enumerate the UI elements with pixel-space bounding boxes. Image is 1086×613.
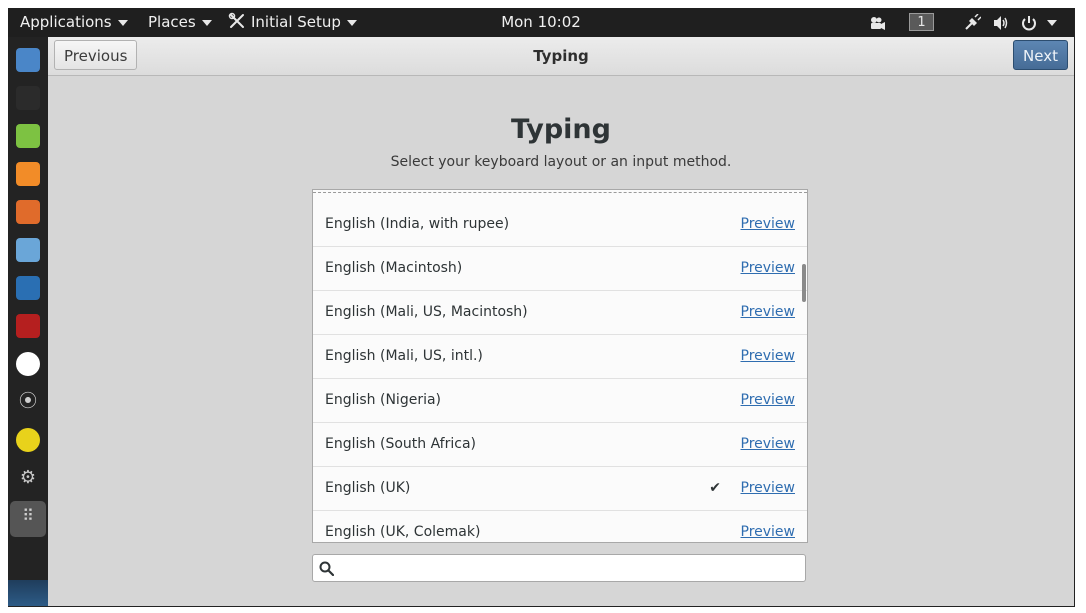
settings-icon[interactable]: ⚙ (16, 466, 40, 490)
layout-label: English (India, with rupee) (325, 216, 510, 232)
preview-link[interactable]: Preview (741, 247, 796, 290)
cherry-icon[interactable] (16, 314, 40, 338)
app-grid-icon[interactable]: ⠿ (16, 504, 40, 528)
keyboard-layout-list[interactable]: English (India, with rupee) Preview Englis… (312, 189, 808, 543)
search-field[interactable] (312, 554, 806, 582)
app-menu-initial-setup[interactable]: Initial Setup (228, 8, 357, 37)
top-panel: Applications Places Initial Setup Mon 10… (8, 8, 1074, 37)
system-menu-chevron-icon[interactable] (1047, 20, 1057, 26)
zap-icon[interactable] (16, 200, 40, 224)
header-bar: Previous Typing Next (48, 37, 1074, 76)
maltego-icon[interactable] (16, 352, 40, 376)
terminal-icon[interactable] (16, 86, 40, 110)
layout-label: English (Mali, US, intl.) (325, 348, 483, 364)
preview-link[interactable]: Preview (741, 335, 796, 378)
preview-link[interactable]: Preview (741, 291, 796, 334)
applications-menu-label: Applications (20, 13, 112, 31)
places-menu-label: Places (148, 13, 196, 31)
dock: ⦿ ⚙ ⠿ (8, 37, 48, 606)
scrollbar-thumb[interactable] (802, 264, 806, 302)
main-content: Typing Select your keyboard layout or an… (48, 76, 1074, 606)
wireless-tower-icon[interactable]: ⦿ (16, 390, 40, 414)
layout-row[interactable]: English (Nigeria) Preview (313, 379, 807, 423)
workspace-indicator[interactable]: 1 (909, 13, 934, 31)
layout-label: English (Macintosh) (325, 260, 463, 276)
layout-row[interactable]: English (Mali, US, Macintosh) Preview (313, 291, 807, 335)
preview-link[interactable]: Preview (741, 423, 796, 466)
power-icon[interactable] (1020, 14, 1038, 32)
next-button[interactable]: Next (1013, 40, 1068, 70)
layout-label: English (South Africa) (325, 436, 476, 452)
layout-row[interactable]: English (India, with rupee) Preview (313, 203, 807, 247)
header-title: Typing (533, 47, 589, 65)
files-icon[interactable] (16, 48, 40, 72)
preview-link[interactable]: Preview (741, 511, 796, 542)
layout-row[interactable]: English (Macintosh) Preview (313, 247, 807, 291)
chevron-down-icon (346, 19, 357, 26)
eye-icon[interactable] (16, 238, 40, 262)
layout-label: English (Mali, US, Macintosh) (325, 304, 528, 320)
applications-menu[interactable]: Applications (20, 8, 128, 37)
chevron-down-icon (117, 19, 128, 26)
text-editor-icon[interactable] (16, 124, 40, 148)
list-scroll-edge (313, 192, 807, 193)
preview-link[interactable]: Preview (741, 203, 796, 246)
tools-icon (228, 12, 244, 28)
network-wired-icon[interactable] (963, 14, 981, 32)
layout-label: English (UK, Colemak) (325, 524, 481, 540)
layout-row[interactable]: English (UK) ✔ Preview (313, 467, 807, 511)
places-menu[interactable]: Places (148, 8, 212, 37)
search-input[interactable] (341, 557, 801, 581)
video-camera-icon[interactable] (868, 15, 886, 31)
preview-link[interactable]: Preview (741, 467, 796, 510)
search-icon (319, 561, 334, 576)
volume-icon[interactable] (992, 14, 1010, 32)
layout-row[interactable]: English (South Africa) Preview (313, 423, 807, 467)
layout-row[interactable]: English (Mali, US, intl.) Preview (313, 335, 807, 379)
chevron-down-icon (201, 19, 212, 26)
preview-link[interactable]: Preview (741, 379, 796, 422)
layout-row[interactable]: English (UK, Colemak) Preview (313, 511, 807, 542)
window-frame: Applications Places Initial Setup Mon 10… (8, 8, 1075, 607)
metasploit-icon[interactable] (16, 276, 40, 300)
initial-setup-label: Initial Setup (251, 13, 341, 31)
previous-button[interactable]: Previous (54, 40, 138, 70)
layout-label: English (Nigeria) (325, 392, 442, 408)
page-title: Typing (511, 114, 611, 145)
layout-label: English (UK) (325, 480, 411, 496)
burpsuite-icon[interactable] (16, 162, 40, 186)
dock-desktop-strip (8, 580, 48, 606)
page-subtitle: Select your keyboard layout or an input … (390, 154, 732, 170)
wifi-icon[interactable] (16, 428, 40, 452)
checkmark-icon: ✔ (709, 480, 721, 496)
